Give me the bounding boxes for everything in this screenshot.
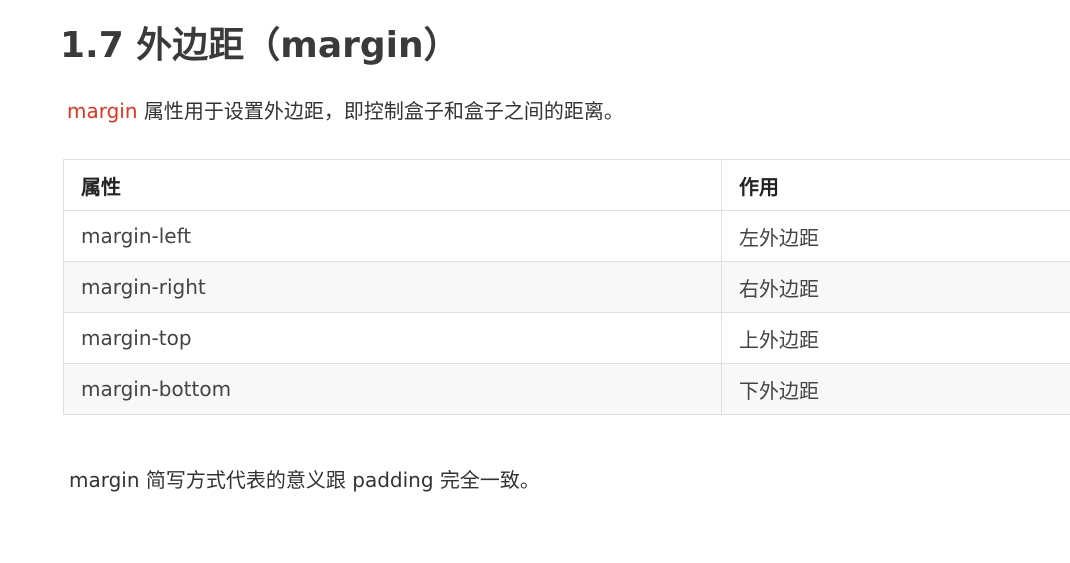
margin-properties-table: 属性 作用 margin-left 左外边距 margin-right 右外边距… <box>63 159 1070 415</box>
effect-cell: 下外边距 <box>721 363 1070 415</box>
property-cell: margin-right <box>63 261 722 313</box>
table-header-row: 属性 作用 <box>63 159 1070 211</box>
intro-text: 属性用于设置外边距，即控制盒子和盒子之间的距离。 <box>137 99 624 123</box>
effect-cell: 上外边距 <box>721 312 1070 364</box>
table-row: margin-right 右外边距 <box>63 261 1070 313</box>
property-cell: margin-bottom <box>63 363 722 415</box>
header-property: 属性 <box>63 159 722 211</box>
effect-cell: 右外边距 <box>721 261 1070 313</box>
header-effect: 作用 <box>721 159 1070 211</box>
table-row: margin-top 上外边距 <box>63 312 1070 364</box>
margin-keyword: margin <box>67 99 138 123</box>
section-heading: 1.7 外边距（margin） <box>60 25 460 66</box>
shorthand-note: margin 简写方式代表的意义跟 padding 完全一致。 <box>69 468 540 492</box>
property-cell: margin-top <box>63 312 722 364</box>
table-row: margin-bottom 下外边距 <box>63 363 1070 415</box>
property-cell: margin-left <box>63 210 722 262</box>
intro-paragraph: margin 属性用于设置外边距，即控制盒子和盒子之间的距离。 <box>67 96 624 126</box>
effect-cell: 左外边距 <box>721 210 1070 262</box>
table-row: margin-left 左外边距 <box>63 210 1070 262</box>
